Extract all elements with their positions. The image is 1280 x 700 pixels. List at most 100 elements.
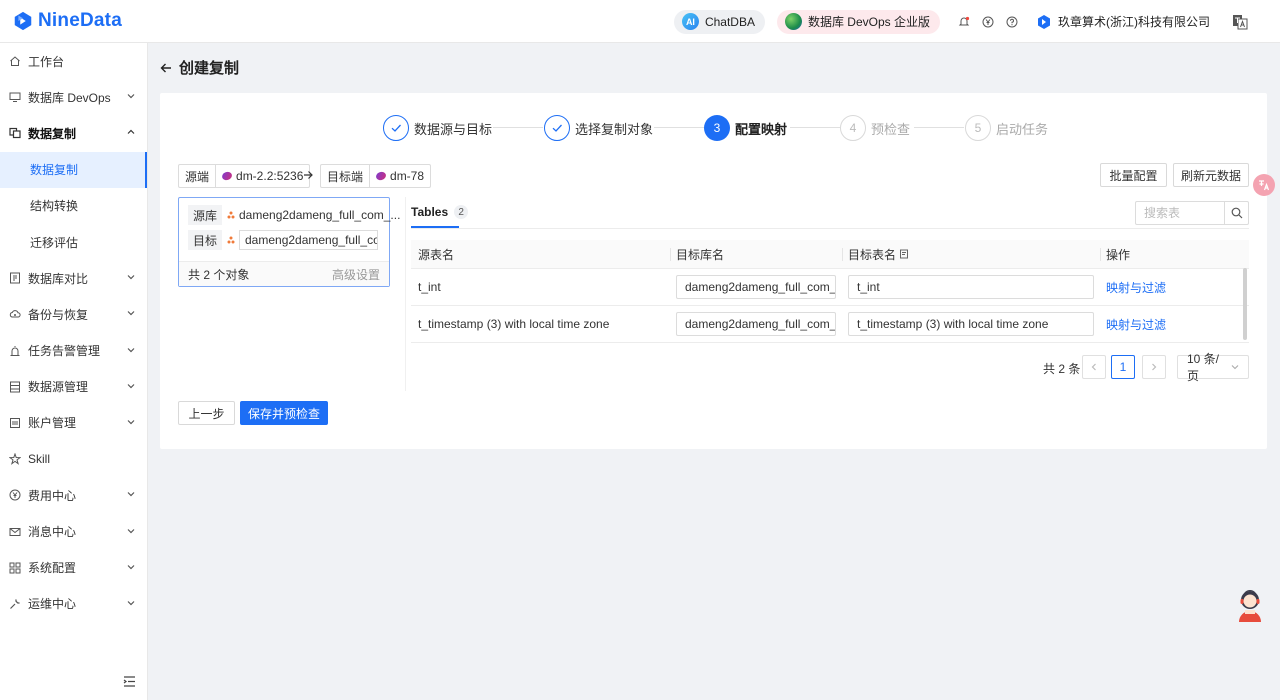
sidebar-item-alarm[interactable]: 任务告警管理 <box>0 333 147 369</box>
step-connector <box>914 127 964 128</box>
chevron-down-icon <box>127 528 135 533</box>
chevron-left-icon <box>1091 363 1096 371</box>
previous-step-button[interactable]: 上一步 <box>178 401 235 425</box>
sidebar-subitem-replication[interactable]: 数据复制 <box>0 151 147 188</box>
object-panel[interactable]: 源库 dameng2dameng_full_com_... 目标 dameng2… <box>178 197 400 287</box>
sidebar-item-label: 运维中心 <box>28 597 77 612</box>
source-endpoint-value: dm-2.2:5236 <box>236 169 304 183</box>
source-endpoint-label: 源端 <box>179 165 217 187</box>
sidebar-item-label: 系统配置 <box>28 561 77 576</box>
table-scrollbar[interactable] <box>1243 268 1247 340</box>
target-db-input[interactable]: dameng2dameng_full_com_to <box>676 275 836 299</box>
sidebar-item-system-config[interactable]: 系统配置 <box>0 550 147 586</box>
chatdba-button[interactable]: AI ChatDBA <box>673 9 765 34</box>
advanced-settings-link[interactable]: 高级设置 <box>332 266 380 283</box>
target-db-input[interactable]: dameng2dameng_full_com_to <box>676 312 836 336</box>
object-panel-footer: 共 2 个对象 高级设置 <box>179 261 389 286</box>
account-icon <box>9 417 21 429</box>
sidebar: 工作台 数据库 DevOps 数据复制 数据复制 结构转换 迁移评估 数据库对比… <box>0 43 148 700</box>
column-header-target-db: 目标库名 <box>669 240 724 268</box>
language-switch-icon[interactable] <box>1232 14 1248 30</box>
search-button[interactable] <box>1224 202 1248 224</box>
column-header-action: 操作 <box>1099 240 1130 268</box>
sidebar-item-db-compare[interactable]: 数据库对比 <box>0 260 147 296</box>
check-icon <box>383 115 409 141</box>
target-table-cell: t_int <box>848 269 1094 305</box>
alarm-icon <box>9 345 21 357</box>
source-db-name: dameng2dameng_full_com_... <box>239 208 401 222</box>
source-endpoint-value-wrap: dm-2.2:5236 <box>216 169 309 183</box>
company-switcher[interactable]: 玖章算术(浙江)科技有限公司 <box>1036 13 1210 30</box>
step-label: 数据源与目标 <box>414 121 493 137</box>
sidebar-item-backup[interactable]: 备份与恢复 <box>0 296 147 332</box>
sidebar-item-label: 数据复制 <box>28 126 77 141</box>
yen-icon[interactable] <box>981 15 995 29</box>
pagination-next-button[interactable] <box>1142 355 1166 379</box>
tab-tables[interactable]: Tables 2 <box>411 205 469 219</box>
chevron-down-icon <box>127 383 135 389</box>
column-header-target-table: 目标表名 <box>841 240 909 268</box>
bell-icon[interactable] <box>957 15 971 29</box>
back-arrow-icon[interactable] <box>160 62 172 74</box>
sidebar-item-label: 任务告警管理 <box>28 344 101 359</box>
collapse-sidebar-icon[interactable] <box>123 675 136 688</box>
target-db-input[interactable]: dameng2dameng_full_com_ <box>239 230 378 250</box>
object-total: 共 2 个对象 <box>188 267 250 282</box>
table-row: t_timestamp (3) with local time zone dam… <box>411 306 1249 343</box>
batch-config-button[interactable]: 批量配置 <box>1100 163 1167 187</box>
save-and-precheck-button[interactable]: 保存并预检查 <box>240 401 328 425</box>
pagination-page-button[interactable]: 1 <box>1111 355 1135 379</box>
sidebar-item-skill[interactable]: Skill <box>0 441 147 477</box>
sidebar-subitem-schema-convert[interactable]: 结构转换 <box>0 188 147 224</box>
mapping-filter-link[interactable]: 映射与过滤 <box>1106 306 1166 342</box>
source-db-tag: 源库 <box>188 205 222 225</box>
ninedata-logo-icon <box>14 11 32 31</box>
sidebar-item-account[interactable]: 账户管理 <box>0 405 147 441</box>
sidebar-item-workbench[interactable]: 工作台 <box>0 43 147 79</box>
tab-divider <box>411 228 1249 229</box>
sidebar-item-label: 备份与恢复 <box>28 307 89 322</box>
sidebar-item-label: 数据源管理 <box>28 380 89 395</box>
sidebar-item-messages[interactable]: 消息中心 <box>0 513 147 549</box>
logo-text: NineData <box>38 10 122 31</box>
database-icon <box>227 236 235 244</box>
page-title: 创建复制 <box>179 60 240 77</box>
sidebar-item-datasource[interactable]: 数据源管理 <box>0 369 147 405</box>
page-size-select[interactable]: 10 条/页 <box>1177 352 1249 383</box>
step-connector <box>654 127 704 128</box>
table-header-row: 源表名 目标库名 目标表名 操作 <box>411 240 1249 269</box>
chatdba-label: ChatDBA <box>704 14 755 29</box>
translate-float-icon[interactable] <box>1253 174 1275 196</box>
chevron-down-icon <box>127 564 135 570</box>
sidebar-item-devops[interactable]: 数据库 DevOps <box>0 79 147 115</box>
devops-edition-button[interactable]: 数据库 DevOps 企业版 <box>776 9 940 34</box>
home-icon <box>9 55 21 67</box>
sidebar-item-replication[interactable]: 数据复制 <box>0 115 147 151</box>
chevron-up-icon <box>127 130 135 135</box>
page-size-value: 10 条/页 <box>1187 352 1220 383</box>
tab-tables-label: Tables <box>411 205 449 219</box>
edit-rule-icon[interactable] <box>899 249 909 259</box>
refresh-metadata-button[interactable]: 刷新元数据 <box>1173 163 1249 187</box>
company-name: 玖章算术(浙江)科技有限公司 <box>1058 15 1210 29</box>
sidebar-item-label: 迁移评估 <box>30 235 79 250</box>
mapping-table: 源表名 目标库名 目标表名 操作 t_int dameng2dameng_ful… <box>411 240 1249 343</box>
chevron-right-icon <box>1152 363 1157 371</box>
chevron-down-icon <box>127 492 135 497</box>
sidebar-item-label: 工作台 <box>28 54 65 69</box>
sidebar-subitem-migration-assessment[interactable]: 迁移评估 <box>0 224 147 260</box>
target-table-input[interactable]: t_timestamp (3) with local time zone <box>848 312 1094 336</box>
logo[interactable]: NineData <box>12 10 122 32</box>
target-table-input[interactable]: t_int <box>848 275 1094 299</box>
mapping-filter-link[interactable]: 映射与过滤 <box>1106 269 1166 305</box>
check-icon <box>544 115 570 141</box>
sidebar-item-billing[interactable]: 费用中心 <box>0 477 147 513</box>
step-3: 3 配置映射 <box>704 115 787 141</box>
column-header-target-table-label: 目标表名 <box>848 247 897 262</box>
arrow-right-icon <box>304 171 313 179</box>
table-search-input[interactable] <box>1136 202 1224 224</box>
support-avatar-icon[interactable] <box>1235 588 1265 622</box>
help-icon[interactable] <box>1005 15 1019 29</box>
pagination-prev-button[interactable] <box>1082 355 1106 379</box>
sidebar-item-ops[interactable]: 运维中心 <box>0 586 147 622</box>
